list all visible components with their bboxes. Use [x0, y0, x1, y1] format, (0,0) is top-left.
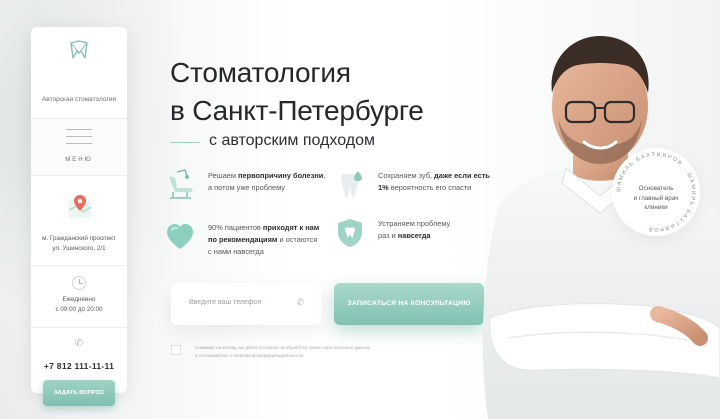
menu-label: МЕНЮ [65, 157, 93, 163]
brand-name: Авторская стоматология [41, 96, 117, 103]
feature-text-part: Сохраняем зуб, [378, 171, 435, 180]
shield-tooth-icon [338, 219, 362, 247]
divider [31, 175, 127, 176]
map-pin-icon [68, 195, 92, 218]
address-line: м. Гражданский проспект [42, 235, 116, 242]
phone-input[interactable]: Введите ваш телефон ✆ [171, 283, 322, 325]
feature-text-part: и остаются [277, 235, 318, 244]
address-line: ул. Ушинского, 2/1 [52, 244, 106, 252]
feature-text-bold: приходят к нам [262, 223, 320, 232]
title-line: в Санкт-Петербурге [170, 95, 424, 126]
consent-text: Нажимая на кнопку, вы даете согласие на … [195, 344, 425, 360]
book-consultation-button[interactable]: ЗАПИСАТЬСЯ НА КОНСУЛЬТАЦИЮ [334, 283, 484, 325]
phone-icon: ✆ [74, 338, 84, 349]
doctor-title: Основатель и главный врач клиники [612, 184, 700, 213]
title-line: Стоматология [170, 57, 351, 88]
tooth-drop-icon [341, 171, 362, 198]
divider [31, 327, 127, 328]
address: м. Гражданский проспект ул. Ушинского, 2… [35, 234, 123, 253]
working-hours: Ежедневно с 09:00 до 20:00 [35, 295, 123, 315]
tooth-logo-icon [70, 40, 88, 59]
phone-number[interactable]: +7 812 111-11-11 [31, 361, 127, 371]
feature-text-bold: по рекомендациям [208, 235, 278, 244]
hours-line: Ежедневно [62, 296, 96, 303]
consent-checkbox[interactable] [171, 345, 181, 355]
consent-line: Нажимая на кнопку, вы даете согласие на … [195, 345, 371, 350]
dental-chair-icon [169, 169, 193, 199]
feature-text-part: вероятность его спасти [388, 183, 472, 192]
feature-text-part: Устраняем проблему [378, 219, 451, 228]
doctor-title-line: клиники [644, 204, 668, 211]
menu-button[interactable]: МЕНЮ [31, 119, 127, 175]
hours-line: с 09:00 до 20:00 [55, 306, 103, 313]
feature-text-part: , [323, 171, 326, 180]
sidebar: Авторская стоматология МЕНЮ м. Гражданск… [31, 27, 127, 406]
page-title: Стоматология в Санкт-Петербурге [170, 54, 424, 130]
feature-text-part: раз и [378, 231, 398, 240]
consent-line: и соглашаетесь с политикой конфиденциаль… [195, 353, 305, 358]
doctor-title-line: Основатель [638, 185, 674, 192]
feature-text-bold: первопричину болезни [238, 171, 324, 180]
feature-text-bold: навсегда [397, 231, 431, 240]
feature-text-part: 90% пациентов [208, 223, 263, 232]
page-subtitle: с авторским подходом [209, 132, 375, 149]
phone-placeholder: Введите ваш телефон [189, 299, 262, 306]
doctor-title-line: и главный врач [633, 194, 679, 202]
clock-icon [72, 276, 86, 290]
feature-text-bold: 1% [378, 183, 389, 192]
ask-question-button[interactable]: ЗАДАТЬ ВОПРОС [43, 380, 115, 406]
phone-icon: ✆ [296, 297, 304, 307]
clinic-logo[interactable] [31, 39, 127, 65]
feature-text-part: Решаем [208, 171, 238, 180]
feature-text-part: а потом уже проблему [208, 183, 285, 192]
heart-icon [167, 224, 193, 249]
divider [31, 265, 127, 266]
accent-line [170, 142, 200, 143]
feature-text-part: с нами навсегда [208, 247, 264, 256]
hamburger-icon [66, 129, 92, 150]
